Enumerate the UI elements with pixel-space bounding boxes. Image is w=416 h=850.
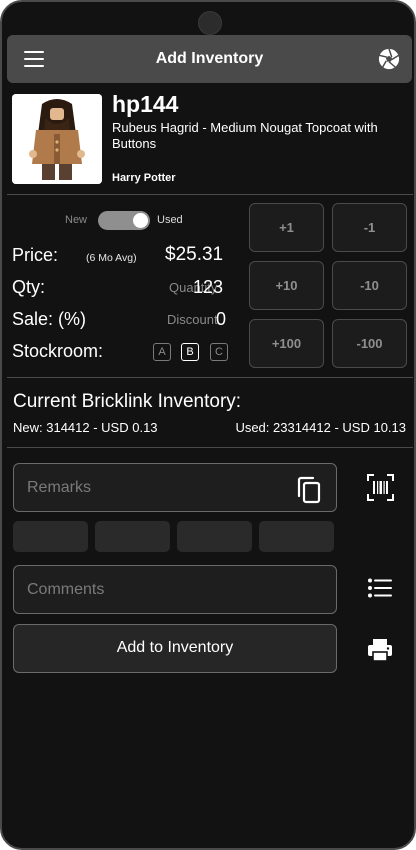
price-label: Price: — [12, 245, 59, 265]
sale-input[interactable]: 0 — [216, 309, 226, 330]
stockroom-option-a[interactable]: A — [153, 343, 171, 361]
front-camera — [198, 11, 222, 35]
item-name: Rubeus Hagrid - Medium Nougat Topcoat wi… — [112, 120, 378, 151]
sale-hint: Discount — [167, 312, 218, 327]
sale-label: Sale: (%) — [12, 309, 87, 329]
price-value: $25.31 — [165, 244, 224, 265]
divider — [7, 377, 413, 378]
minus-10-button[interactable]: -10 — [332, 261, 407, 310]
qty-label: Qty: — [12, 277, 46, 297]
inventory-new-text: New: 314412 - USD 0.13 — [13, 420, 158, 435]
condition-toggle[interactable] — [98, 211, 150, 230]
remark-chip-3[interactable] — [177, 521, 252, 552]
minus-1-button[interactable]: -1 — [332, 203, 407, 252]
minifig-image — [12, 94, 102, 184]
remarks-placeholder: Remarks — [27, 479, 92, 496]
item-theme: Harry Potter — [112, 172, 176, 184]
qty-input[interactable]: 123 — [193, 277, 223, 298]
barcode-scan-icon[interactable] — [367, 474, 394, 501]
plus-100-button[interactable]: +100 — [249, 319, 324, 368]
stockroom-option-c[interactable]: C — [210, 343, 228, 361]
divider — [7, 447, 413, 448]
minus-100-button[interactable]: -100 — [332, 319, 407, 368]
divider — [7, 194, 413, 195]
add-to-inventory-button[interactable]: Add to Inventory — [13, 624, 337, 673]
remark-chip-4[interactable] — [259, 521, 334, 552]
item-number: hp144 — [112, 91, 179, 117]
inventory-used-text: Used: 23314412 - USD 10.13 — [235, 420, 406, 435]
list-icon[interactable] — [368, 578, 392, 598]
remark-chip-1[interactable] — [13, 521, 88, 552]
page-title: Add Inventory — [155, 50, 264, 67]
comments-input[interactable]: Comments — [13, 565, 337, 614]
copy-icon[interactable] — [296, 476, 322, 504]
price-avg-note: (6 Mo Avg) — [86, 252, 137, 264]
phone-frame: Add Inventory hp144 Rubeus Hagrid - Medi… — [0, 0, 416, 850]
stockroom-label: Stockroom: — [12, 341, 104, 361]
condition-new-label: New — [65, 214, 88, 226]
inventory-title: Current Bricklink Inventory: — [13, 391, 242, 412]
printer-icon[interactable] — [367, 638, 393, 662]
plus-10-button[interactable]: +10 — [249, 261, 324, 310]
stockroom-option-b[interactable]: B — [181, 343, 199, 361]
app-bar: Add Inventory — [7, 35, 412, 83]
remark-chip-2[interactable] — [95, 521, 170, 552]
condition-used-label: Used — [157, 214, 183, 226]
comments-placeholder: Comments — [27, 581, 105, 598]
plus-1-button[interactable]: +1 — [249, 203, 324, 252]
aperture-icon[interactable] — [378, 48, 400, 70]
remarks-input[interactable]: Remarks — [13, 463, 337, 512]
toggle-knob — [133, 213, 148, 228]
